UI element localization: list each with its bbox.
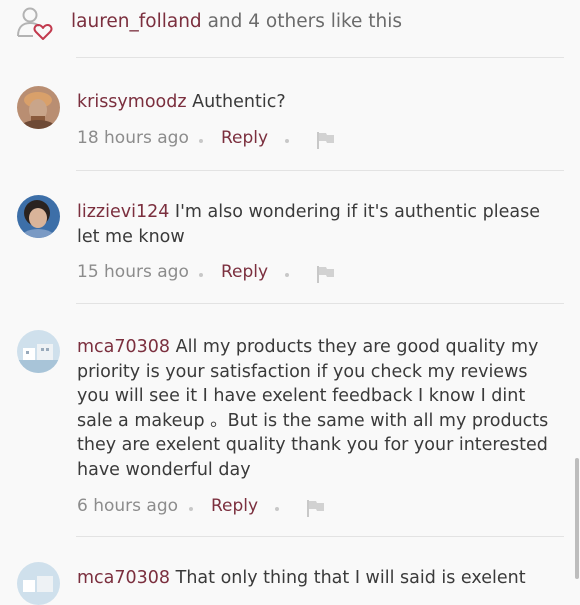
- separator-dot: [199, 139, 203, 143]
- comment-text: lizzievi124 I'm also wondering if it's a…: [77, 200, 562, 249]
- scrollbar[interactable]: [575, 458, 579, 579]
- comment-username[interactable]: lizzievi124: [77, 202, 169, 222]
- flag-icon[interactable]: [316, 265, 336, 283]
- reply-button[interactable]: Reply: [221, 262, 268, 282]
- comment-text: krissymoodz Authentic?: [77, 90, 562, 115]
- separator-dot: [285, 139, 289, 143]
- comment-body: That only thing that I will said is exel…: [170, 568, 526, 588]
- comment-body: Authentic?: [186, 92, 286, 112]
- avatar[interactable]: [17, 195, 60, 238]
- separator-dot: [189, 507, 193, 511]
- comment-username[interactable]: krissymoodz: [77, 92, 187, 112]
- comment-timestamp: 18 hours ago: [77, 128, 189, 148]
- likes-count-text: and 4 others like this: [201, 11, 403, 32]
- reply-button[interactable]: Reply: [221, 128, 268, 148]
- likes-summary: lauren_folland and 4 others like this: [71, 11, 402, 32]
- user-heart-icon: [17, 7, 53, 40]
- liker-username[interactable]: lauren_folland: [71, 11, 202, 32]
- flag-icon[interactable]: [316, 131, 336, 149]
- comment-username[interactable]: mca70308: [77, 337, 170, 357]
- divider: [76, 303, 564, 304]
- divider: [76, 536, 564, 537]
- separator-dot: [275, 507, 279, 511]
- comment-body: All my products they are good quality my…: [77, 337, 549, 480]
- avatar[interactable]: [17, 86, 60, 129]
- divider: [76, 57, 564, 58]
- avatar[interactable]: [17, 562, 60, 605]
- avatar[interactable]: [17, 330, 60, 373]
- reply-button[interactable]: Reply: [211, 496, 258, 516]
- flag-icon[interactable]: [306, 499, 326, 517]
- comment-timestamp: 15 hours ago: [77, 262, 189, 282]
- divider: [76, 170, 564, 171]
- comment-timestamp: 6 hours ago: [77, 496, 179, 516]
- likes-row[interactable]: lauren_folland and 4 others like this: [0, 0, 580, 58]
- separator-dot: [199, 273, 203, 277]
- separator-dot: [285, 273, 289, 277]
- comment-text: mca70308 That only thing that I will sai…: [77, 566, 562, 591]
- comment-username[interactable]: mca70308: [77, 568, 170, 588]
- comment-text: mca70308 All my products they are good q…: [77, 335, 562, 482]
